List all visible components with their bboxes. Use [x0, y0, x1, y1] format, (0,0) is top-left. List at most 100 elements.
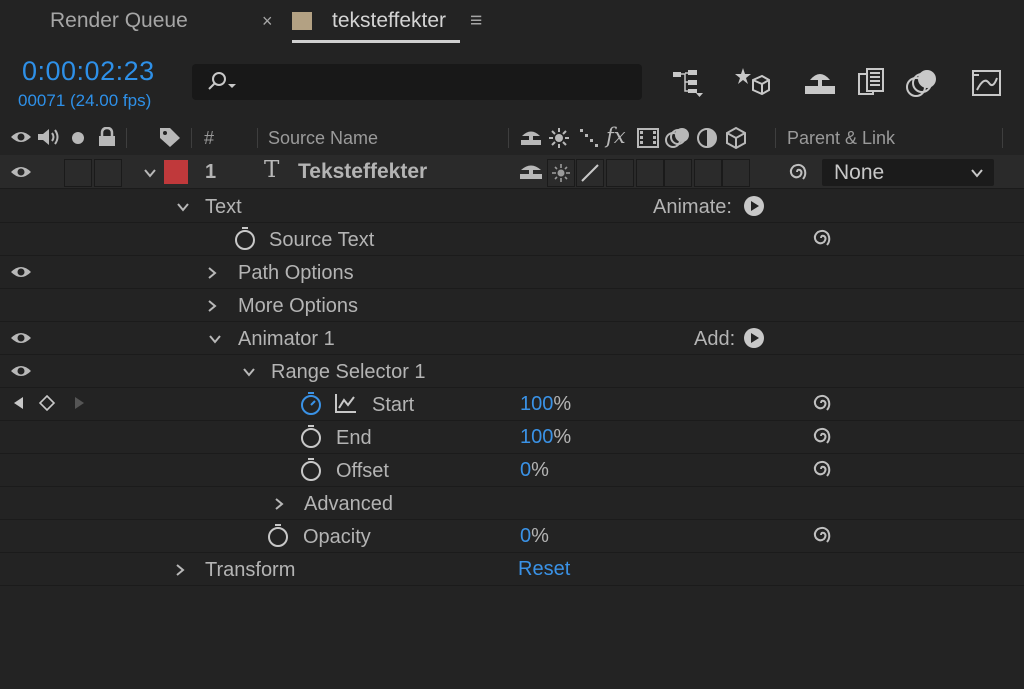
transform-expand-chevron-icon[interactable]	[173, 563, 187, 577]
layer-visibility-eye-icon[interactable]	[10, 165, 32, 179]
add-label[interactable]: Add:	[694, 328, 735, 351]
property-row-more-options[interactable]	[0, 288, 1024, 322]
source-text-stopwatch-icon[interactable]	[233, 226, 257, 250]
tab-render-queue[interactable]: Render Queue	[50, 9, 188, 33]
range-selector-label: Range Selector 1	[271, 361, 426, 383]
advanced-expand-chevron-icon[interactable]	[272, 497, 286, 511]
start-pickwhip-icon[interactable]	[810, 392, 832, 414]
property-row-advanced[interactable]	[0, 486, 1024, 520]
path-options-visibility-eye-icon[interactable]	[10, 265, 32, 279]
adjustment-layer-header-icon[interactable]	[696, 127, 718, 154]
draft-3d-icon[interactable]	[735, 66, 770, 100]
parent-pickwhip-icon[interactable]	[786, 161, 808, 183]
tab-teksteffekter[interactable]: teksteffekter	[332, 9, 446, 33]
end-stopwatch-icon[interactable]	[299, 424, 323, 448]
opacity-value-number[interactable]: 0	[520, 525, 531, 547]
layer-lock-toggle[interactable]	[94, 159, 122, 187]
property-row-animator[interactable]	[0, 321, 1024, 355]
frame-count-display: 00071 (24.00 fps)	[18, 91, 152, 110]
3d-layer-header-icon[interactable]	[724, 126, 748, 155]
layer-3d-switch[interactable]	[722, 159, 750, 187]
offset-value[interactable]: 0%	[520, 459, 549, 482]
next-keyframe-icon[interactable]	[72, 396, 86, 415]
layer-collapse-switch[interactable]	[547, 159, 575, 187]
motion-blur-icon[interactable]	[905, 66, 939, 100]
end-value[interactable]: 100%	[520, 426, 571, 449]
solo-header-icon[interactable]	[71, 131, 85, 150]
quality-header-icon[interactable]	[579, 128, 601, 153]
shy-header-icon[interactable]	[520, 127, 542, 152]
more-options-expand-chevron-icon[interactable]	[205, 299, 219, 313]
opacity-stopwatch-icon[interactable]	[266, 523, 290, 547]
property-row-end[interactable]	[0, 420, 1024, 454]
search-input[interactable]	[192, 64, 642, 100]
panel-menu-icon[interactable]: ≡	[470, 9, 482, 33]
property-row-offset[interactable]	[0, 453, 1024, 487]
frame-blend-header-icon[interactable]	[636, 127, 660, 154]
property-row-text[interactable]	[0, 189, 1024, 223]
text-group-label: Text	[205, 196, 242, 218]
text-expand-chevron-icon[interactable]	[176, 200, 190, 214]
layer-quality-switch[interactable]	[576, 159, 604, 187]
add-keyframe-diamond-icon[interactable]	[38, 394, 56, 416]
range-selector-expand-chevron-icon[interactable]	[242, 365, 256, 379]
composition-flowchart-icon[interactable]	[670, 66, 704, 100]
offset-stopwatch-icon[interactable]	[299, 457, 323, 481]
audio-header-icon[interactable]	[36, 127, 62, 152]
opacity-pickwhip-icon[interactable]	[810, 524, 832, 546]
current-time-display[interactable]: 0:00:02:23	[22, 56, 155, 87]
search-icon[interactable]	[206, 71, 236, 93]
animate-label[interactable]: Animate:	[653, 196, 732, 219]
property-row-range-selector[interactable]	[0, 354, 1024, 388]
property-row-start[interactable]	[0, 387, 1024, 421]
graph-toggle-icon[interactable]	[334, 392, 358, 419]
effects-header-icon[interactable]: fx	[606, 124, 626, 148]
range-selector-visibility-eye-icon[interactable]	[10, 364, 32, 378]
layer-adjustment-switch[interactable]	[694, 159, 722, 187]
layer-shy-switch-icon[interactable]	[519, 161, 543, 186]
add-menu-play-icon[interactable]	[743, 327, 765, 354]
path-options-expand-chevron-icon[interactable]	[205, 266, 219, 280]
label-header-icon[interactable]	[158, 126, 182, 153]
motion-blur-header-icon[interactable]	[664, 126, 692, 155]
source-text-pickwhip-icon[interactable]	[810, 227, 832, 249]
prev-keyframe-icon[interactable]	[12, 396, 26, 415]
layer-name[interactable]: Teksteffekter	[298, 160, 427, 184]
quality-slash-icon	[581, 164, 599, 182]
tab-close-button[interactable]: ×	[262, 11, 273, 32]
layer-frame-blend-switch[interactable]	[636, 159, 664, 187]
offset-value-number[interactable]: 0	[520, 459, 531, 481]
start-value-number[interactable]: 100	[520, 393, 553, 415]
start-stopwatch-active-icon[interactable]	[299, 391, 323, 415]
end-pickwhip-icon[interactable]	[810, 425, 832, 447]
animator-visibility-eye-icon[interactable]	[10, 331, 32, 345]
layer-solo-toggle[interactable]	[64, 159, 92, 187]
property-row-source-text[interactable]	[0, 222, 1024, 256]
offset-pickwhip-icon[interactable]	[810, 458, 832, 480]
animator-expand-chevron-icon[interactable]	[208, 332, 222, 346]
end-value-number[interactable]: 100	[520, 426, 553, 448]
parent-link-header[interactable]: Parent & Link	[787, 128, 895, 149]
layer-motion-blur-switch[interactable]	[664, 159, 692, 187]
start-value-unit: %	[553, 393, 572, 415]
start-value[interactable]: 100%	[520, 393, 571, 416]
dropdown-chevron-icon[interactable]	[970, 166, 984, 180]
collapse-transformations-header-icon[interactable]	[548, 127, 570, 154]
property-row-path-options[interactable]	[0, 255, 1024, 289]
transform-reset-link[interactable]: Reset	[518, 558, 570, 581]
property-row-transform[interactable]	[0, 552, 1024, 586]
frame-blending-icon[interactable]	[855, 66, 889, 100]
property-row-opacity[interactable]	[0, 519, 1024, 553]
shy-layers-icon[interactable]	[803, 66, 837, 100]
animate-menu-play-icon[interactable]	[743, 195, 765, 222]
source-name-header[interactable]: Source Name	[268, 128, 378, 149]
layer-expand-chevron-icon[interactable]	[143, 166, 157, 180]
video-visibility-header-icon[interactable]	[10, 130, 32, 149]
opacity-label: Opacity	[303, 526, 371, 548]
layer-label-color[interactable]	[164, 160, 188, 184]
opacity-value[interactable]: 0%	[520, 525, 549, 548]
lock-header-icon[interactable]	[97, 126, 117, 152]
column-divider	[126, 128, 127, 148]
layer-effects-switch[interactable]	[606, 159, 634, 187]
graph-editor-icon[interactable]	[970, 66, 1004, 100]
